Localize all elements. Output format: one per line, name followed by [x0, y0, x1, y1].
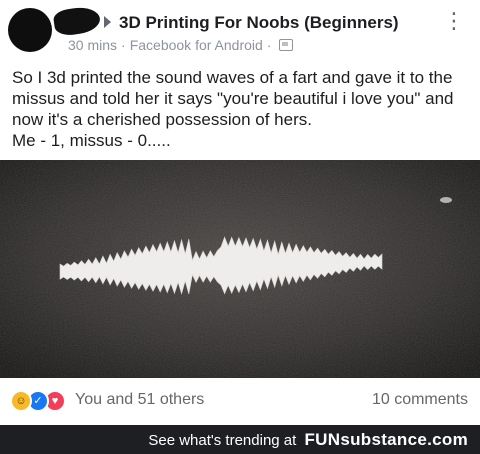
arrow-right-icon — [104, 16, 111, 28]
group-name-link[interactable]: 3D Printing For Noobs (Beginners) — [119, 13, 399, 33]
post-text-line: Me - 1, missus - 0..... — [12, 131, 171, 150]
post-text-line: So I 3d printed the sound waves of a far… — [12, 68, 454, 129]
more-options-icon[interactable]: ⋮ — [443, 10, 466, 32]
post-meta: 30 mins · Facebook for Android · — [68, 37, 294, 53]
footer-text: See what's trending at FUNsubstance.com — [148, 430, 468, 450]
post-photo[interactable] — [0, 160, 480, 378]
post-time[interactable]: 30 mins — [68, 37, 117, 53]
footer-brand[interactable]: FUNsubstance.com — [304, 430, 468, 449]
post-source: Facebook for Android — [129, 37, 263, 53]
sound-wave-print-photo — [0, 160, 480, 378]
post-text: So I 3d printed the sound waves of a far… — [12, 67, 472, 151]
reaction-count[interactable]: You and 51 others — [75, 391, 204, 409]
post-header: 3D Printing For Noobs (Beginners) 30 min… — [0, 0, 480, 58]
haha-icon[interactable]: ☺ — [10, 390, 32, 412]
reactions-bar: ☺ ✓ ♥ You and 51 others 10 comments — [0, 380, 480, 418]
audience-icon — [279, 39, 294, 51]
footer-prefix: See what's trending at — [148, 432, 297, 449]
avatar[interactable] — [8, 8, 52, 52]
watermark-footer: See what's trending at FUNsubstance.com — [0, 425, 480, 454]
redacted-name-scribble — [52, 4, 102, 38]
comments-count[interactable]: 10 comments — [372, 391, 468, 409]
